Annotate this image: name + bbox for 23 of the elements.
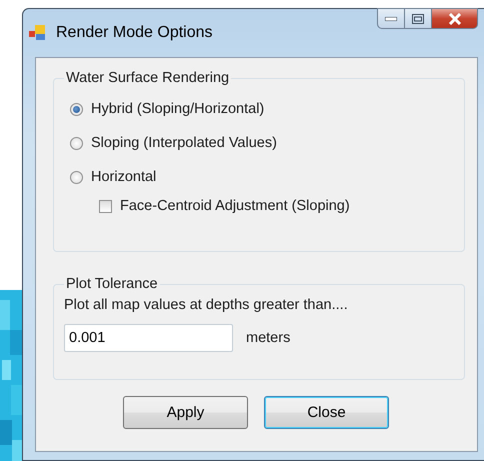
radio-button[interactable]	[70, 136, 83, 150]
maximize-button[interactable]	[405, 8, 432, 29]
dialog-button[interactable]: Apply	[123, 396, 248, 429]
minimize-button[interactable]	[377, 8, 405, 29]
close-button[interactable]	[432, 8, 478, 29]
maximize-icon	[412, 14, 424, 24]
option-label: Hybrid (Sloping/Horizontal)	[91, 101, 264, 117]
minimize-icon	[385, 16, 397, 20]
radio-button[interactable]	[70, 102, 83, 116]
checkbox-label: Face-Centroid Adjustment (Sloping)	[120, 198, 350, 214]
description-text: Plot all map values at depths greater than....	[64, 297, 349, 313]
tolerance-field[interactable]: 0.001	[64, 324, 233, 352]
close-icon	[448, 12, 462, 24]
app-icon	[29, 24, 47, 42]
unit-label: meters	[246, 330, 290, 346]
group-title: Plot Tolerance	[65, 276, 159, 292]
option-label: Horizontal	[91, 169, 156, 185]
window-title: Render Mode Options	[56, 24, 213, 42]
radio-button[interactable]	[70, 170, 83, 184]
checkbox[interactable]	[99, 200, 112, 212]
group-title: Water Surface Rendering	[65, 70, 230, 86]
dialog-button[interactable]: Close	[264, 396, 389, 429]
option-label: Sloping (Interpolated Values)	[91, 135, 277, 151]
